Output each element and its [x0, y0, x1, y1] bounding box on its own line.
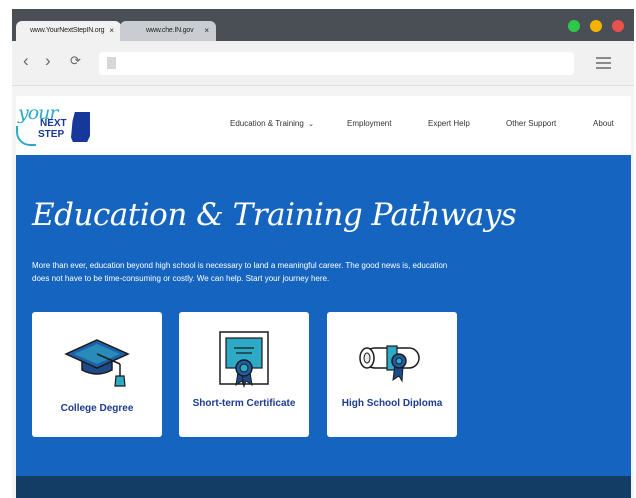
back-button[interactable]: ‹: [23, 51, 29, 71]
card-title: Short-term Certificate: [192, 398, 296, 409]
logo-swoosh: [16, 126, 36, 146]
nav-education-training[interactable]: Education & Training ⌄: [230, 119, 314, 128]
your-next-step-logo[interactable]: your NEXT STEP: [16, 102, 98, 146]
college-degree-card[interactable]: College Degree: [32, 312, 162, 437]
hero-section: Education & Training Pathways More than …: [16, 155, 631, 476]
hero-intro: More than ever, education beyond high sc…: [32, 261, 448, 283]
reload-button[interactable]: ⟳: [70, 51, 81, 71]
nav-label: Education & Training: [230, 119, 304, 128]
card-title: High School Diploma: [341, 398, 443, 409]
tab-close-icon[interactable]: ×: [109, 21, 114, 41]
close-window-button[interactable]: [612, 20, 624, 32]
url-input[interactable]: [99, 52, 574, 75]
high-school-diploma-card[interactable]: High School Diploma: [327, 312, 457, 437]
tab-yournextstep[interactable]: www.YourNextStepIN.org ×: [16, 21, 121, 41]
certificate-icon: [219, 331, 269, 388]
forward-button[interactable]: ›: [45, 51, 51, 71]
hero-heading: Education & Training Pathways: [32, 197, 517, 233]
tab-label: www.che.IN.gov: [146, 27, 194, 34]
nav-employment[interactable]: Employment: [347, 119, 391, 128]
tab-label: www.YourNextStepIN.org: [30, 27, 105, 34]
nav-about[interactable]: About: [593, 119, 614, 128]
card-title: College Degree: [60, 403, 134, 414]
logo-step: STEP: [38, 129, 65, 140]
minimize-window-button[interactable]: [590, 20, 602, 32]
tab-che-in-gov[interactable]: www.che.IN.gov ×: [120, 21, 216, 41]
indiana-map-icon: [71, 112, 90, 142]
logo-next: NEXT: [40, 118, 67, 129]
page-icon: [107, 57, 116, 69]
site-header: your NEXT STEP Education & Training ⌄ Em…: [16, 96, 631, 155]
chevron-down-icon: ⌄: [308, 121, 314, 128]
tab-close-icon[interactable]: ×: [204, 21, 209, 41]
graduation-cap-icon: [64, 339, 130, 387]
menu-icon[interactable]: [596, 57, 611, 72]
website: your NEXT STEP Education & Training ⌄ Em…: [16, 96, 631, 498]
maximize-window-button[interactable]: [568, 20, 580, 32]
diploma-icon: [359, 345, 420, 383]
footer-band: [16, 476, 631, 498]
nav-expert-help[interactable]: Expert Help: [428, 119, 470, 128]
nav-other-support[interactable]: Other Support: [506, 119, 556, 128]
short-term-certificate-card[interactable]: Short-term Certificate: [179, 312, 309, 437]
tab-bar: www.YourNextStepIN.org × www.che.IN.gov …: [12, 9, 634, 41]
address-bar: ‹ › ⟳: [12, 41, 634, 86]
